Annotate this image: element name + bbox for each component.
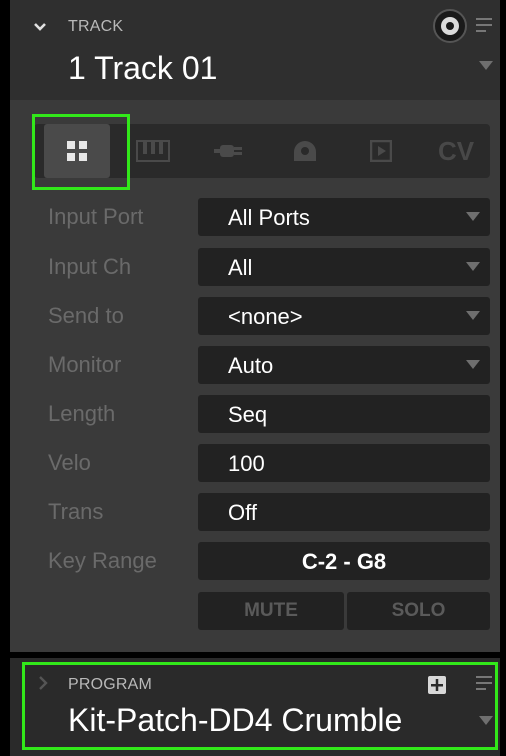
highlight-program bbox=[22, 662, 498, 750]
chevron-down-icon bbox=[466, 311, 480, 320]
tab-cv-label: CV bbox=[437, 135, 475, 166]
velo-field[interactable]: 100 bbox=[198, 444, 490, 482]
chevron-down-icon bbox=[466, 360, 480, 369]
play-box-icon bbox=[370, 140, 392, 162]
chevron-down-icon[interactable] bbox=[34, 22, 46, 32]
monitor-select[interactable]: Auto bbox=[198, 346, 490, 384]
trans-field[interactable]: Off bbox=[198, 493, 490, 531]
mute-button[interactable]: MUTE bbox=[198, 592, 344, 630]
plug-icon bbox=[214, 145, 242, 157]
right-edge bbox=[500, 0, 506, 756]
track-dropdown-arrow-icon[interactable] bbox=[479, 61, 493, 70]
input-port-label: Input Port bbox=[48, 204, 144, 229]
tab-cv[interactable]: CV bbox=[426, 124, 486, 178]
key-range-field[interactable]: C-2 - G8 bbox=[198, 542, 490, 580]
send-to-value: <none> bbox=[228, 304, 303, 329]
tab-play-box[interactable] bbox=[348, 124, 414, 178]
left-edge bbox=[0, 0, 10, 756]
track-panel: TRACK 1 Track 01 CV Input Port All Ports… bbox=[10, 0, 500, 652]
track-section-label: TRACK bbox=[68, 18, 124, 35]
length-value: Seq bbox=[228, 402, 268, 427]
input-port-select[interactable]: All Ports bbox=[198, 198, 490, 236]
velo-label: Velo bbox=[48, 450, 91, 475]
track-menu-icon[interactable] bbox=[476, 18, 492, 34]
tab-plugin[interactable] bbox=[196, 124, 262, 178]
chevron-down-icon bbox=[466, 262, 480, 271]
input-ch-select[interactable]: All bbox=[198, 248, 490, 286]
length-label: Length bbox=[48, 401, 116, 426]
input-ch-value: All bbox=[228, 255, 253, 280]
send-to-label: Send to bbox=[48, 303, 124, 328]
track-name[interactable]: 1 Track 01 bbox=[68, 50, 217, 87]
monitor-label: Monitor bbox=[48, 352, 122, 377]
tab-midi-port[interactable] bbox=[272, 124, 338, 178]
length-field[interactable]: Seq bbox=[198, 395, 490, 433]
record-arm-icon[interactable] bbox=[432, 8, 468, 44]
input-port-value: All Ports bbox=[228, 205, 310, 230]
piano-keys-icon bbox=[136, 140, 170, 162]
key-range-label: Key Range bbox=[48, 548, 157, 573]
track-header: TRACK 1 Track 01 bbox=[10, 0, 500, 100]
input-ch-label: Input Ch bbox=[48, 254, 132, 279]
solo-button[interactable]: SOLO bbox=[347, 592, 490, 630]
midi-port-icon bbox=[294, 141, 316, 161]
send-to-select[interactable]: <none> bbox=[198, 297, 490, 335]
highlight-grid-tab bbox=[32, 114, 130, 190]
key-range-value: C-2 - G8 bbox=[301, 549, 387, 574]
chevron-down-icon bbox=[466, 212, 480, 221]
velo-value: 100 bbox=[228, 451, 265, 476]
trans-label: Trans bbox=[48, 499, 104, 524]
monitor-value: Auto bbox=[228, 353, 274, 378]
trans-value: Off bbox=[228, 500, 257, 525]
